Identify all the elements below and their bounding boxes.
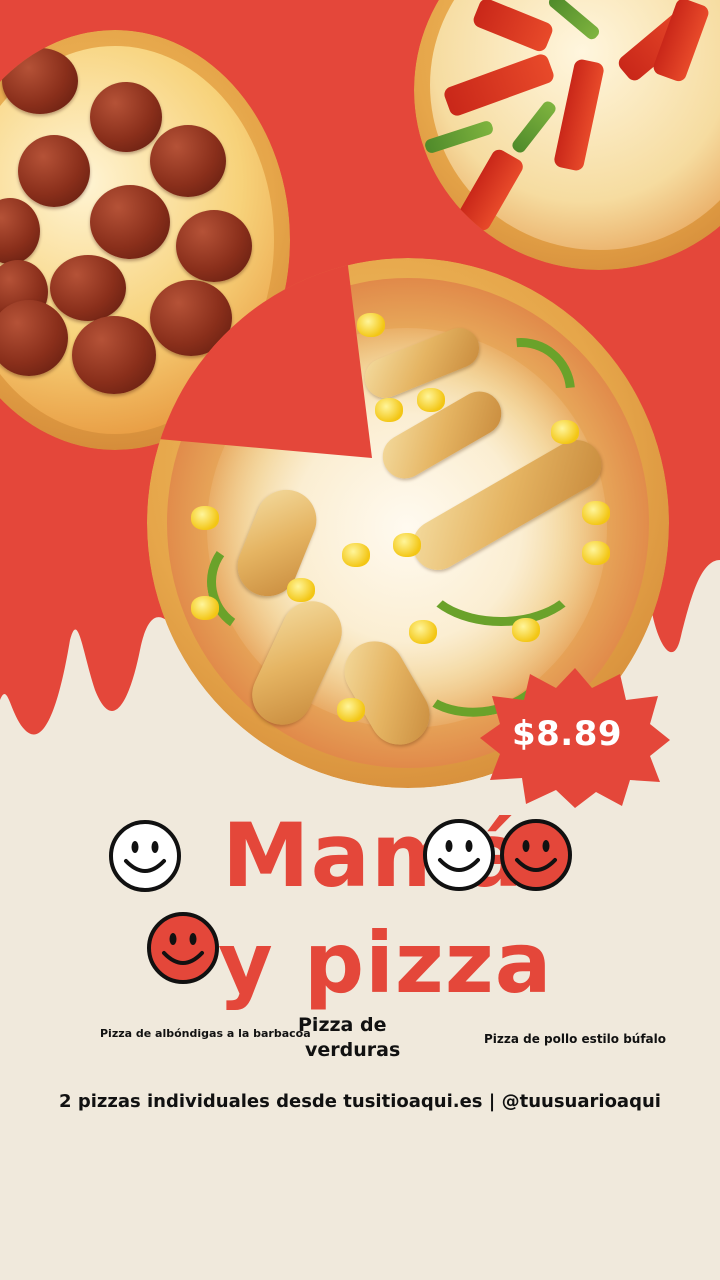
- meatball-pizza-label: Pizza de albóndigas a la barbacoa: [100, 1027, 311, 1040]
- smiley-face-icon: [422, 818, 496, 892]
- smiley-face-icon: [108, 819, 182, 893]
- title-line-2: y pizza: [218, 914, 553, 1012]
- vegetable-pizza-label-line-1: Pizza de: [298, 1014, 387, 1036]
- smiley-face-icon: [499, 818, 573, 892]
- chicken-pizza-label: Pizza de pollo estilo búfalo: [484, 1032, 667, 1046]
- footer-tagline: 2 pizzas individuales desde tusitioaqui.…: [59, 1091, 661, 1112]
- smiley-face-icon: [146, 911, 220, 985]
- vegetable-pizza-label-line-2: verduras: [305, 1039, 401, 1061]
- vegetable-pizza-label: Pizza de verduras: [298, 1013, 400, 1063]
- price-label: $8.89: [511, 714, 623, 754]
